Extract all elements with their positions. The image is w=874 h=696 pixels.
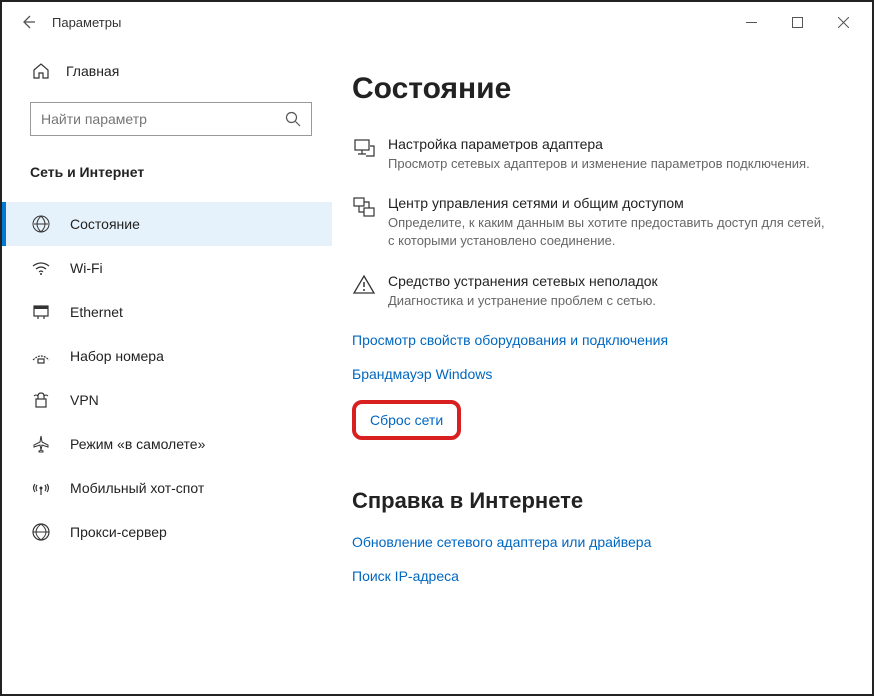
nav-label: Режим «в самолете»: [70, 436, 205, 452]
nav-label: Прокси-сервер: [70, 524, 167, 540]
search-input[interactable]: [41, 111, 285, 127]
dialup-icon: [30, 346, 52, 366]
back-button[interactable]: [8, 2, 48, 42]
nav-label: VPN: [70, 392, 99, 408]
nav-label: Набор номера: [70, 348, 164, 364]
close-button[interactable]: [820, 2, 866, 42]
adapter-icon: [352, 136, 388, 173]
nav-label: Wi-Fi: [70, 260, 103, 276]
ethernet-icon: [30, 302, 52, 322]
arrow-left-icon: [20, 14, 36, 30]
titlebar: Параметры: [2, 2, 872, 42]
sidebar: Главная Сеть и Интернет Состояние Wi: [2, 42, 332, 694]
window-controls: [728, 2, 866, 42]
nav-item-proxy[interactable]: Прокси-сервер: [2, 510, 332, 554]
sharing-icon: [352, 195, 388, 250]
link-firewall[interactable]: Брандмауэр Windows: [352, 366, 832, 382]
tile-desc: Определите, к каким данным вы хотите пре…: [388, 214, 832, 250]
nav-list: Состояние Wi-Fi Ethernet Набор номера: [2, 202, 332, 554]
nav-item-ethernet[interactable]: Ethernet: [2, 290, 332, 334]
link-network-reset[interactable]: Сброс сети: [370, 412, 443, 428]
minimize-icon: [746, 17, 757, 28]
nav-item-airplane[interactable]: Режим «в самолете»: [2, 422, 332, 466]
vpn-icon: [30, 390, 52, 410]
page-heading: Состояние: [352, 72, 832, 106]
tile-desc: Просмотр сетевых адаптеров и изменение п…: [388, 155, 832, 173]
status-icon: [30, 214, 52, 234]
proxy-icon: [30, 522, 52, 542]
tile-title: Настройка параметров адаптера: [388, 136, 832, 152]
nav-label: Мобильный хот-спот: [70, 480, 204, 496]
link-update-adapter[interactable]: Обновление сетевого адаптера или драйвер…: [352, 534, 832, 550]
main-content: Состояние Настройка параметров адаптера …: [332, 42, 872, 694]
nav-item-vpn[interactable]: VPN: [2, 378, 332, 422]
close-icon: [838, 17, 849, 28]
link-find-ip[interactable]: Поиск IP-адреса: [352, 568, 832, 584]
tile-desc: Диагностика и устранение проблем с сетью…: [388, 292, 832, 310]
tile-adapter-settings[interactable]: Настройка параметров адаптера Просмотр с…: [352, 136, 832, 173]
search-box[interactable]: [30, 102, 312, 136]
category-label: Сеть и Интернет: [2, 154, 332, 190]
wifi-icon: [30, 258, 52, 278]
tile-title: Центр управления сетями и общим доступом: [388, 195, 832, 211]
maximize-button[interactable]: [774, 2, 820, 42]
home-label: Главная: [66, 63, 119, 79]
nav-item-wifi[interactable]: Wi-Fi: [2, 246, 332, 290]
search-icon: [285, 111, 301, 127]
nav-item-dialup[interactable]: Набор номера: [2, 334, 332, 378]
link-hardware-properties[interactable]: Просмотр свойств оборудования и подключе…: [352, 332, 832, 348]
home-icon: [30, 62, 52, 80]
nav-label: Состояние: [70, 216, 140, 232]
maximize-icon: [792, 17, 803, 28]
tile-title: Средство устранения сетевых неполадок: [388, 273, 832, 289]
window-title: Параметры: [52, 15, 121, 30]
nav-label: Ethernet: [70, 304, 123, 320]
warning-icon: [352, 273, 388, 310]
highlight-box: Сброс сети: [352, 400, 461, 440]
help-heading: Справка в Интернете: [352, 488, 832, 514]
nav-item-status[interactable]: Состояние: [2, 202, 332, 246]
nav-item-hotspot[interactable]: Мобильный хот-спот: [2, 466, 332, 510]
tile-sharing-center[interactable]: Центр управления сетями и общим доступом…: [352, 195, 832, 250]
tile-troubleshoot[interactable]: Средство устранения сетевых неполадок Ди…: [352, 273, 832, 310]
hotspot-icon: [30, 478, 52, 498]
home-link[interactable]: Главная: [2, 54, 332, 88]
minimize-button[interactable]: [728, 2, 774, 42]
airplane-icon: [30, 434, 52, 454]
